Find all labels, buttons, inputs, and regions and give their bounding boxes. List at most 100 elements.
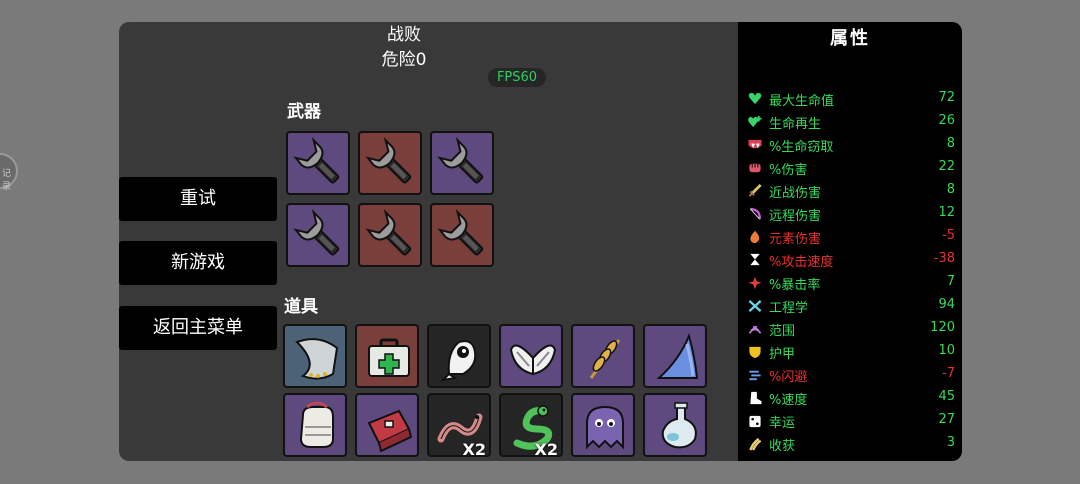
wheat-icon	[589, 339, 621, 379]
stat-name: %闪避	[769, 370, 808, 385]
item-quantity: X2	[534, 440, 558, 457]
stat-name: %攻击速度	[769, 255, 834, 270]
wrench-slot[interactable]	[358, 203, 422, 267]
stat-row: %速度 45	[738, 387, 962, 410]
danger-level: 危险0	[381, 50, 427, 70]
stats-panel: 属性 最大生命值 72 生命再生 26 %生命窃取 8 %伤害 22 近战伤害 8 远程伤害 12 元素…	[738, 22, 962, 461]
stat-name: 幸运	[769, 416, 796, 431]
main-menu-button[interactable]: 返回主菜单	[119, 306, 277, 350]
stat-value: 8	[946, 182, 955, 197]
stat-row: %攻击速度 -38	[738, 249, 962, 272]
flask-slot[interactable]	[643, 393, 707, 457]
dice-icon	[749, 415, 761, 428]
wrench-icon	[365, 209, 412, 256]
stat-row: %闪避 -7	[738, 364, 962, 387]
ghost-bird-icon	[440, 340, 477, 382]
wrench-icon	[437, 209, 484, 256]
crossed-tools-icon	[748, 300, 762, 312]
wrench-slot[interactable]	[430, 131, 494, 195]
flame-icon	[750, 230, 760, 244]
visor-helmet-icon	[295, 338, 339, 380]
medkit-icon	[368, 338, 410, 377]
harvest-icon	[749, 437, 762, 451]
stat-value: 12	[938, 205, 955, 220]
fps-counter: FPS60	[488, 68, 546, 87]
end-run-panel: 战败 危险0 FPS60 重试 新游戏 返回主菜单 武器 道具 X2 X2 属性 …	[119, 22, 962, 461]
page-title: 战败	[387, 25, 421, 45]
items-label: 道具	[284, 297, 318, 317]
stat-row: 生命再生 26	[738, 111, 962, 134]
item-quantity: X2	[462, 440, 486, 457]
wheat-slot[interactable]	[571, 324, 635, 388]
stat-name: 收获	[769, 439, 796, 454]
stat-row: 最大生命值 72	[738, 88, 962, 111]
wrench-icon	[365, 137, 412, 184]
stats-title: 属性	[830, 28, 870, 49]
new-game-button[interactable]: 新游戏	[119, 241, 277, 285]
fangs-icon	[748, 139, 762, 149]
stat-value: 45	[938, 389, 955, 404]
stat-value: 8	[946, 136, 955, 151]
stat-row: %生命窃取 8	[738, 134, 962, 157]
sword-icon	[748, 184, 762, 197]
wings-icon	[509, 344, 557, 376]
stat-value: -5	[942, 228, 955, 243]
stat-row: 幸运 27	[738, 410, 962, 433]
heart-plus-icon	[748, 115, 762, 128]
stat-name: 生命再生	[769, 117, 822, 132]
worm-slot[interactable]: X2	[427, 393, 491, 457]
stat-row: 近战伤害 8	[738, 180, 962, 203]
shield-icon	[749, 346, 761, 359]
toolbox-slot[interactable]	[355, 393, 419, 457]
stat-name: %伤害	[769, 163, 808, 178]
stat-row: %暴击率 7	[738, 272, 962, 295]
dodge-icon	[749, 370, 761, 381]
stat-name: 远程伤害	[769, 209, 822, 224]
range-icon	[748, 325, 762, 334]
wings-slot[interactable]	[499, 324, 563, 388]
shark-fin-slot[interactable]	[643, 324, 707, 388]
stat-value: 3	[946, 435, 955, 450]
snake-slot[interactable]: X2	[499, 393, 563, 457]
stat-row: 工程学 94	[738, 295, 962, 318]
stat-value: -38	[933, 251, 955, 266]
fist-icon	[749, 163, 761, 173]
visor-helmet-slot[interactable]	[283, 324, 347, 388]
stat-name: %生命窃取	[769, 140, 834, 155]
stat-row: 远程伤害 12	[738, 203, 962, 226]
ghost-slot[interactable]	[571, 393, 635, 457]
hourglass-icon	[750, 253, 760, 266]
stat-row: 范围 120	[738, 318, 962, 341]
stat-name: 护甲	[769, 347, 796, 362]
retry-button[interactable]: 重试	[119, 177, 277, 221]
stat-value: 7	[946, 274, 955, 289]
side-menu-button[interactable]: 记录	[0, 153, 18, 192]
wrench-slot[interactable]	[286, 131, 350, 195]
wrench-slot[interactable]	[358, 131, 422, 195]
bow-icon	[749, 207, 761, 220]
ghost-bird-slot[interactable]	[427, 324, 491, 388]
glove-slot[interactable]	[283, 393, 347, 457]
stat-name: 工程学	[769, 301, 809, 316]
stat-value: 94	[938, 297, 955, 312]
stat-name: 元素伤害	[769, 232, 822, 247]
heart-icon	[748, 92, 762, 105]
stat-value: 22	[938, 159, 955, 174]
stat-row: 护甲 10	[738, 341, 962, 364]
stat-row: %伤害 22	[738, 157, 962, 180]
wrench-slot[interactable]	[286, 203, 350, 267]
stat-value: 10	[938, 343, 955, 358]
stat-value: 120	[930, 320, 955, 335]
wrench-slot[interactable]	[430, 203, 494, 267]
stat-name: %速度	[769, 393, 808, 408]
toolbox-icon	[367, 409, 413, 453]
stat-row: 元素伤害 -5	[738, 226, 962, 249]
shark-fin-icon	[656, 332, 699, 379]
medkit-slot[interactable]	[355, 324, 419, 388]
crit-icon	[748, 276, 762, 290]
wrench-icon	[437, 137, 484, 184]
wrench-icon	[293, 209, 340, 256]
stat-name: 近战伤害	[769, 186, 822, 201]
stat-name: 最大生命值	[769, 94, 835, 109]
weapons-label: 武器	[287, 102, 321, 122]
